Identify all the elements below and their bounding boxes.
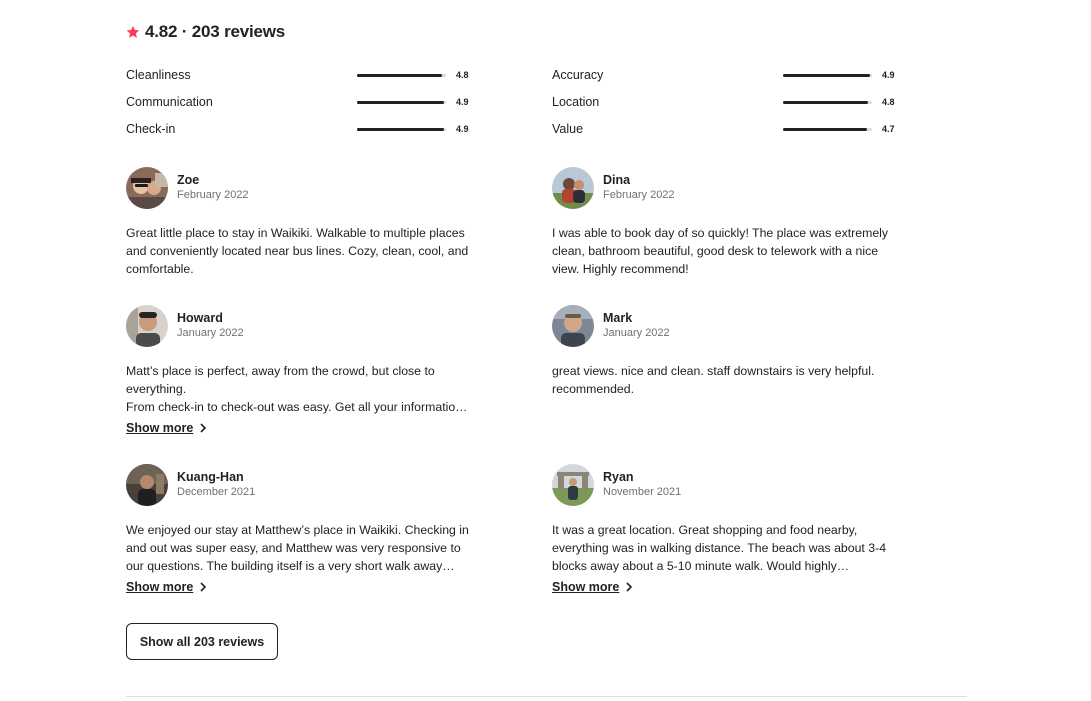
show-more-label: Show more <box>552 580 620 594</box>
review-text: Great little place to stay in Waikiki. W… <box>126 226 469 276</box>
show-more-label: Show more <box>126 580 194 594</box>
category-label: Cleanliness <box>126 68 191 82</box>
category-value: 4.9 <box>882 70 895 80</box>
category-check-in: Check-in 4.9 <box>126 121 469 137</box>
reviewer-avatar[interactable] <box>552 167 594 209</box>
category-bar-fill <box>357 73 443 77</box>
category-value: 4.9 <box>456 124 469 134</box>
reviewer-header: Dina February 2022 <box>552 167 897 209</box>
category-value: 4.7 <box>882 124 895 134</box>
category-accuracy: Accuracy 4.9 <box>552 67 895 83</box>
review-text: I was able to book day of so quickly! Th… <box>552 226 889 276</box>
review-card: Zoe February 2022 Great little place to … <box>126 167 471 278</box>
category-label: Value <box>552 122 584 136</box>
reviewer-header: Zoe February 2022 <box>126 167 471 209</box>
category-bar <box>357 127 446 131</box>
review-card: Ryan November 2021 It was a great locati… <box>552 464 897 596</box>
review-card: Kuang-Han December 2021 We enjoyed our s… <box>126 464 471 596</box>
category-value-rating: Value 4.7 <box>552 121 895 137</box>
reviewer-avatar[interactable] <box>552 464 594 506</box>
category-bar <box>357 73 446 77</box>
reviewer-name: Ryan <box>603 470 634 484</box>
category-label: Check-in <box>126 122 176 136</box>
category-value: 4.9 <box>456 97 469 107</box>
category-bar <box>783 127 872 131</box>
category-bar-fill <box>357 100 445 104</box>
review-text: It was a great location. Great shopping … <box>552 523 887 573</box>
category-bar-fill <box>783 100 869 104</box>
reviewer-avatar[interactable] <box>126 464 168 506</box>
show-all-reviews-button[interactable]: Show all 203 reviews <box>126 623 278 660</box>
chevron-right-icon <box>626 582 633 592</box>
reviewer-header: Howard January 2022 <box>126 305 471 347</box>
category-value: 4.8 <box>456 70 469 80</box>
review-date: February 2022 <box>603 189 675 201</box>
category-location: Location 4.8 <box>552 94 895 110</box>
reviewer-avatar[interactable] <box>126 167 168 209</box>
reviewer-header: Kuang-Han December 2021 <box>126 464 471 506</box>
reviewer-header: Mark January 2022 <box>552 305 897 347</box>
reviewer-name: Zoe <box>177 173 200 187</box>
review-date: November 2021 <box>603 486 682 498</box>
reviewer-avatar[interactable] <box>126 305 168 347</box>
review-card: Mark January 2022 great views. nice and … <box>552 305 897 398</box>
category-bar-fill <box>783 127 867 131</box>
category-label: Location <box>552 95 600 109</box>
reviewer-avatar[interactable] <box>552 305 594 347</box>
show-more-label: Show more <box>126 421 194 435</box>
review-date: January 2022 <box>177 327 244 339</box>
chevron-right-icon <box>200 423 207 433</box>
reviews-header: 4.82 · 203 reviews <box>126 22 285 42</box>
review-card: Dina February 2022 I was able to book da… <box>552 167 897 278</box>
show-more-link[interactable]: Show more <box>126 579 207 595</box>
category-bar <box>357 100 446 104</box>
reviewer-name: Kuang-Han <box>177 470 244 484</box>
category-cleanliness: Cleanliness 4.8 <box>126 67 469 83</box>
section-divider <box>126 696 967 697</box>
review-text: We enjoyed our stay at Matthew’s place i… <box>126 523 469 573</box>
star-icon <box>126 25 140 38</box>
review-text: great views. nice and clean. staff downs… <box>552 364 875 396</box>
category-label: Communication <box>126 95 213 109</box>
review-text: Matt’s place is perfect, away from the c… <box>126 364 468 414</box>
category-value: 4.8 <box>882 97 895 107</box>
rating-summary: 4.82 · 203 reviews <box>145 22 286 41</box>
review-date: January 2022 <box>603 327 670 339</box>
reviewer-header: Ryan November 2021 <box>552 464 897 506</box>
reviewer-name: Dina <box>603 173 631 187</box>
category-bar <box>783 73 872 77</box>
category-bar-fill <box>357 127 445 131</box>
chevron-right-icon <box>200 582 207 592</box>
category-label: Accuracy <box>552 68 604 82</box>
reviewer-name: Mark <box>603 311 633 325</box>
show-more-link[interactable]: Show more <box>552 579 633 595</box>
category-communication: Communication 4.9 <box>126 94 469 110</box>
reviewer-name: Howard <box>177 311 223 325</box>
review-card: Howard January 2022 Matt’s place is perf… <box>126 305 471 437</box>
category-bar <box>783 100 872 104</box>
category-bar-fill <box>783 73 871 77</box>
review-date: February 2022 <box>177 189 249 201</box>
show-more-link[interactable]: Show more <box>126 420 207 436</box>
review-date: December 2021 <box>177 486 256 498</box>
